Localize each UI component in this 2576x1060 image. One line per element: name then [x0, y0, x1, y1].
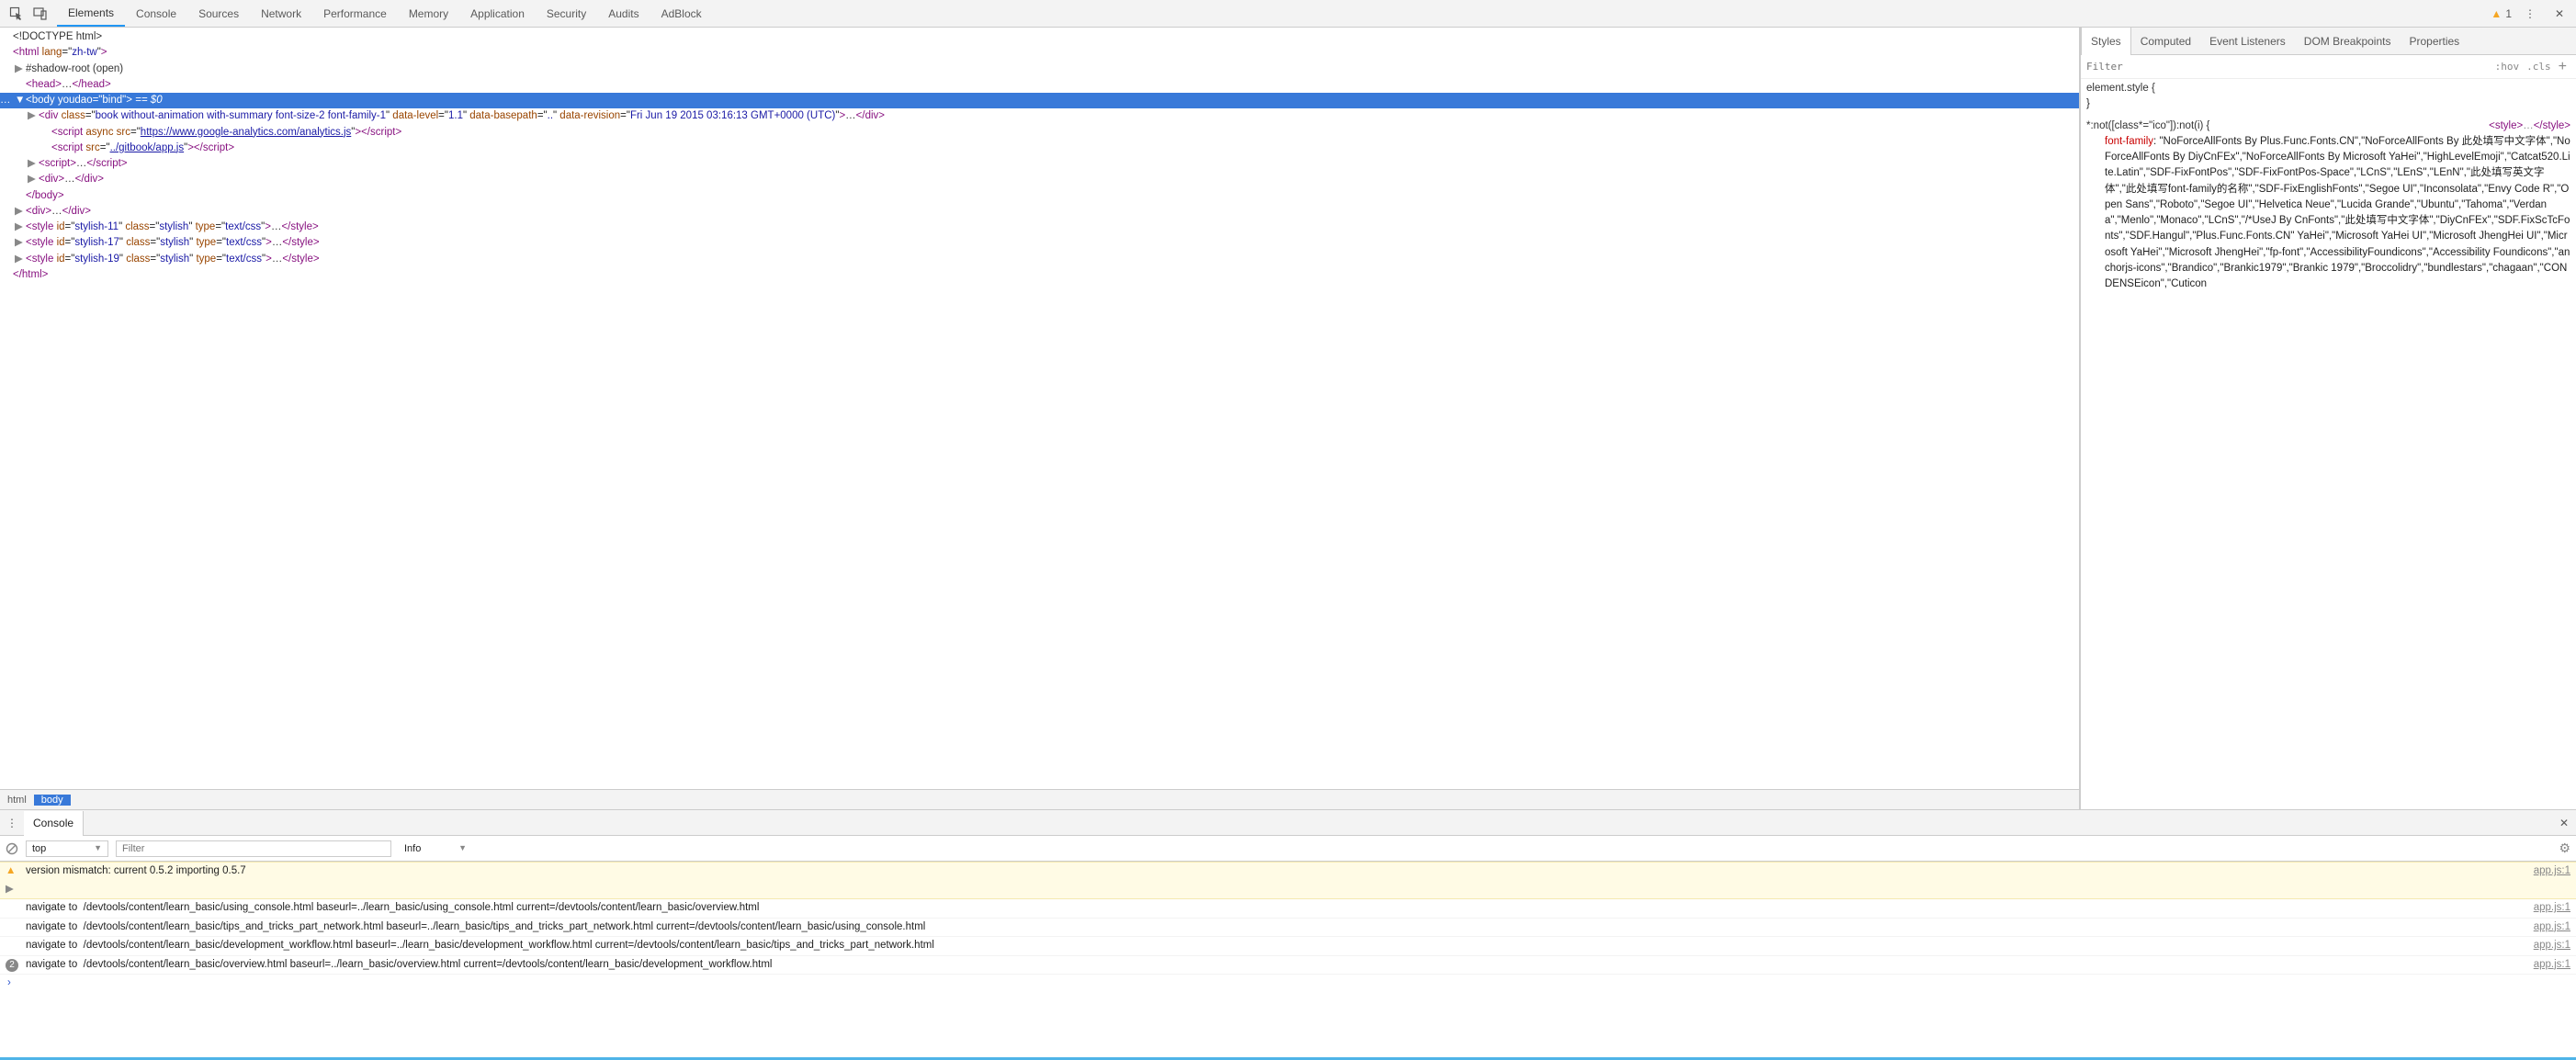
dom-tree[interactable]: <!DOCTYPE html><html lang="zh-tw">▶#shad…: [0, 28, 2079, 789]
tab-adblock[interactable]: AdBlock: [650, 0, 713, 27]
dom-node[interactable]: <!DOCTYPE html>: [0, 29, 2079, 45]
dom-node[interactable]: ▶<style id="stylish-19" class="stylish" …: [0, 252, 2079, 267]
side-tab-properties[interactable]: Properties: [2400, 28, 2469, 54]
rule-source-link[interactable]: <style>…</style>: [2489, 118, 2570, 134]
css-selector: *:not([class*="ico"]):not(i) {: [2086, 120, 2209, 131]
dom-node[interactable]: …▼<body youdao="bind"> == $0: [0, 93, 2079, 108]
warning-count[interactable]: ▲ 1: [2491, 7, 2512, 20]
warning-icon: ▲: [6, 865, 16, 876]
side-tab-dom-breakpoints[interactable]: DOM Breakpoints: [2295, 28, 2401, 54]
device-toggle-icon[interactable]: [29, 3, 51, 25]
console-settings-icon[interactable]: ⚙: [2559, 840, 2570, 856]
dom-node[interactable]: ▶<div>…</div>: [0, 204, 2079, 220]
log-level-selector[interactable]: Info: [399, 841, 472, 856]
console-message[interactable]: ▲ ▶version mismatch: current 0.5.2 impor…: [0, 862, 2576, 899]
close-brace: }: [2086, 98, 2090, 109]
kebab-menu-icon[interactable]: ⋮: [2519, 3, 2541, 25]
source-link[interactable]: app.js:1: [2525, 863, 2570, 898]
sidebar-tabs: StylesComputedEvent ListenersDOM Breakpo…: [2081, 28, 2576, 55]
tab-security[interactable]: Security: [536, 0, 597, 27]
source-link[interactable]: app.js:1: [2525, 937, 2570, 955]
source-link[interactable]: app.js:1: [2525, 919, 2570, 937]
dom-node[interactable]: <script src="../gitbook/app.js"></script…: [0, 141, 2079, 156]
dom-node[interactable]: ▶#shadow-root (open): [0, 62, 2079, 77]
source-link[interactable]: app.js:1: [2525, 899, 2570, 918]
context-selector[interactable]: top: [26, 840, 108, 857]
console-message[interactable]: 2navigate to /devtools/content/learn_bas…: [0, 956, 2576, 975]
console-drawer: ⋮ Console ✕ top Info ⚙ ▲ ▶version mismat…: [0, 809, 2576, 1057]
warning-number: 1: [2505, 7, 2512, 20]
dom-node[interactable]: <html lang="zh-tw">: [0, 45, 2079, 61]
console-tab[interactable]: Console: [24, 811, 84, 836]
crumb-body[interactable]: body: [34, 795, 71, 806]
tab-memory[interactable]: Memory: [398, 0, 459, 27]
dom-node[interactable]: <script async src="https://www.google-an…: [0, 125, 2079, 141]
new-rule-icon[interactable]: +: [2555, 59, 2570, 75]
styles-filter-input[interactable]: [2086, 61, 2491, 73]
console-prompt[interactable]: ›: [0, 975, 2576, 993]
tab-network[interactable]: Network: [250, 0, 312, 27]
close-icon[interactable]: ✕: [2548, 3, 2570, 25]
tab-sources[interactable]: Sources: [187, 0, 250, 27]
tab-elements[interactable]: Elements: [57, 0, 125, 27]
styles-pane[interactable]: element.style { } <style>…</style> *:not…: [2081, 79, 2576, 809]
dom-node[interactable]: </html>: [0, 267, 2079, 283]
dom-node[interactable]: </body>: [0, 188, 2079, 204]
clear-console-icon[interactable]: [6, 842, 18, 855]
console-filter-input[interactable]: [116, 840, 391, 857]
breadcrumb: htmlbody: [0, 789, 2079, 809]
dom-node[interactable]: ▶<div class="book without-animation with…: [0, 108, 2079, 124]
source-link[interactable]: app.js:1: [2525, 956, 2570, 975]
drawer-close-icon[interactable]: ✕: [2552, 817, 2576, 829]
console-output[interactable]: ▲ ▶version mismatch: current 0.5.2 impor…: [0, 862, 2576, 1057]
dom-node[interactable]: <head>…</head>: [0, 77, 2079, 93]
main-toolbar: ElementsConsoleSourcesNetworkPerformance…: [0, 0, 2576, 28]
dom-node[interactable]: ▶<div>…</div>: [0, 172, 2079, 187]
cls-toggle[interactable]: .cls: [2523, 61, 2555, 73]
tab-console[interactable]: Console: [125, 0, 187, 27]
drawer-menu-icon[interactable]: ⋮: [0, 817, 24, 829]
side-tab-event-listeners[interactable]: Event Listeners: [2200, 28, 2295, 54]
crumb-html[interactable]: html: [0, 795, 34, 806]
element-style-selector: element.style {: [2086, 83, 2155, 94]
tab-application[interactable]: Application: [459, 0, 536, 27]
repeat-badge: 2: [6, 959, 18, 972]
hov-toggle[interactable]: :hov: [2491, 61, 2524, 73]
side-tab-computed[interactable]: Computed: [2131, 28, 2200, 54]
warning-icon: ▲: [2491, 7, 2502, 20]
tab-performance[interactable]: Performance: [312, 0, 398, 27]
dom-node[interactable]: ▶<style id="stylish-11" class="stylish" …: [0, 220, 2079, 235]
css-value[interactable]: "NoForceAllFonts By Plus.Func.Fonts.CN",…: [2105, 136, 2570, 289]
console-message[interactable]: navigate to /devtools/content/learn_basi…: [0, 937, 2576, 956]
tab-audits[interactable]: Audits: [597, 0, 650, 27]
console-message[interactable]: navigate to /devtools/content/learn_basi…: [0, 919, 2576, 938]
dom-node[interactable]: ▶<style id="stylish-17" class="stylish" …: [0, 235, 2079, 251]
console-message[interactable]: navigate to /devtools/content/learn_basi…: [0, 899, 2576, 919]
expand-icon[interactable]: ▶: [6, 884, 14, 895]
side-tab-styles[interactable]: Styles: [2081, 28, 2131, 55]
inspect-icon[interactable]: [6, 3, 28, 25]
dom-node[interactable]: ▶<script>…</script>: [0, 156, 2079, 172]
panel-tabs: ElementsConsoleSourcesNetworkPerformance…: [57, 0, 2491, 27]
css-property[interactable]: font-family: [2105, 136, 2153, 147]
